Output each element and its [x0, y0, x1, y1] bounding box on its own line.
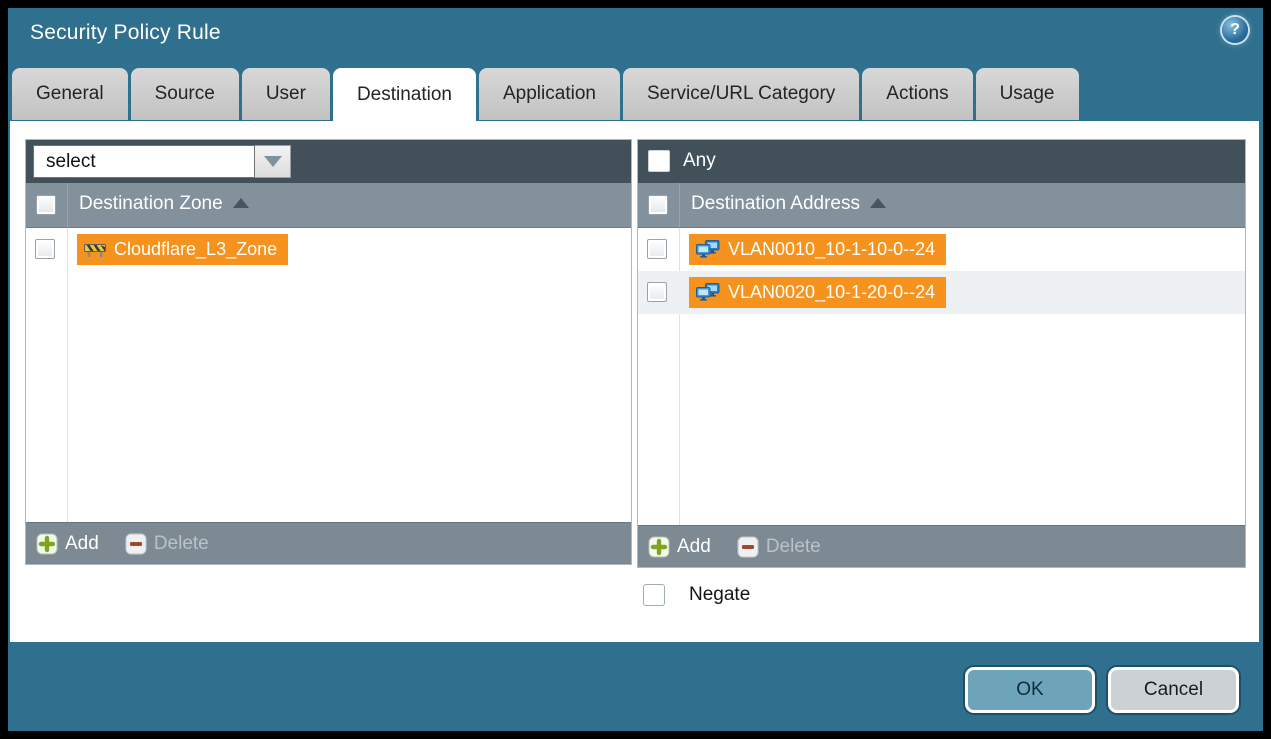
add-label: Add	[65, 533, 99, 555]
address-entry-label: VLAN0010_10-1-10-0--24	[728, 239, 935, 260]
address-entry[interactable]: VLAN0020_10-1-20-0--24	[689, 277, 946, 308]
sort-asc-icon	[870, 198, 886, 208]
tab-bar: General Source User Destination Applicat…	[12, 68, 1079, 130]
zone-column-header: Destination Zone	[26, 183, 631, 228]
address-entry-label: VLAN0020_10-1-20-0--24	[728, 282, 935, 303]
address-entry[interactable]: VLAN0010_10-1-10-0--24	[689, 234, 946, 265]
tab-actions[interactable]: Actions	[862, 68, 972, 120]
address-list: VLAN0010_10-1-10-0--24	[638, 228, 1245, 525]
tab-general[interactable]: General	[12, 68, 128, 120]
delete-icon	[125, 533, 147, 555]
address-icon	[696, 240, 720, 259]
add-label: Add	[677, 536, 711, 558]
address-column-header: Destination Address	[638, 183, 1245, 228]
delete-label: Delete	[154, 533, 209, 555]
table-row: Cloudflare_L3_Zone	[26, 228, 631, 271]
zone-panel-footer: Add Delete	[26, 522, 631, 564]
zone-select-input[interactable]	[33, 145, 255, 178]
column-divider	[67, 228, 68, 522]
zone-list: Cloudflare_L3_Zone	[26, 228, 631, 522]
zone-select-all-checkbox[interactable]	[36, 195, 56, 215]
delete-label: Delete	[766, 536, 821, 558]
tab-service-url-category[interactable]: Service/URL Category	[623, 68, 859, 120]
row-checkbox[interactable]	[35, 239, 55, 259]
security-policy-rule-dialog: Security Policy Rule ? General Source Us…	[8, 8, 1263, 731]
negate-label: Negate	[689, 584, 750, 606]
destination-zone-panel: Destination Zone C	[25, 139, 632, 565]
any-label: Any	[683, 150, 716, 172]
address-icon	[696, 283, 720, 302]
add-address-button[interactable]: Add	[648, 536, 711, 558]
destination-address-panel: Any Destination Address	[637, 139, 1246, 568]
add-icon	[36, 533, 58, 555]
zone-icon	[84, 242, 106, 258]
delete-address-button[interactable]: Delete	[737, 536, 821, 558]
ok-button[interactable]: OK	[965, 667, 1095, 713]
address-panel-footer: Add Delete	[638, 525, 1245, 567]
add-icon	[648, 536, 670, 558]
column-divider	[679, 183, 680, 227]
row-checkbox[interactable]	[647, 239, 667, 259]
table-row: VLAN0010_10-1-10-0--24	[638, 228, 1245, 271]
negate-checkbox[interactable]	[643, 584, 665, 606]
tab-source[interactable]: Source	[131, 68, 239, 120]
delete-zone-button[interactable]: Delete	[125, 533, 209, 555]
dialog-title: Security Policy Rule	[30, 21, 221, 45]
address-select-all-checkbox[interactable]	[648, 195, 668, 215]
tab-application[interactable]: Application	[479, 68, 620, 120]
zone-select-bar	[26, 140, 631, 183]
address-column-label[interactable]: Destination Address	[691, 193, 886, 215]
zone-select-dropdown-button[interactable]	[255, 145, 291, 178]
any-bar: Any	[638, 140, 1245, 183]
zone-entry-label: Cloudflare_L3_Zone	[114, 239, 277, 260]
sort-asc-icon	[233, 198, 249, 208]
chevron-down-icon	[264, 156, 282, 167]
add-zone-button[interactable]: Add	[36, 533, 99, 555]
table-row: VLAN0020_10-1-20-0--24	[638, 271, 1245, 314]
tab-destination[interactable]: Destination	[333, 68, 476, 123]
destination-tab-content: Destination Zone C	[10, 121, 1259, 642]
tab-usage[interactable]: Usage	[976, 68, 1079, 120]
cancel-button[interactable]: Cancel	[1108, 667, 1239, 713]
row-checkbox[interactable]	[647, 282, 667, 302]
zone-column-label[interactable]: Destination Zone	[79, 193, 249, 215]
column-divider	[67, 183, 68, 227]
tab-user[interactable]: User	[242, 68, 330, 120]
delete-icon	[737, 536, 759, 558]
help-icon[interactable]: ?	[1222, 17, 1248, 43]
any-checkbox[interactable]	[648, 150, 670, 172]
zone-entry[interactable]: Cloudflare_L3_Zone	[77, 234, 288, 265]
